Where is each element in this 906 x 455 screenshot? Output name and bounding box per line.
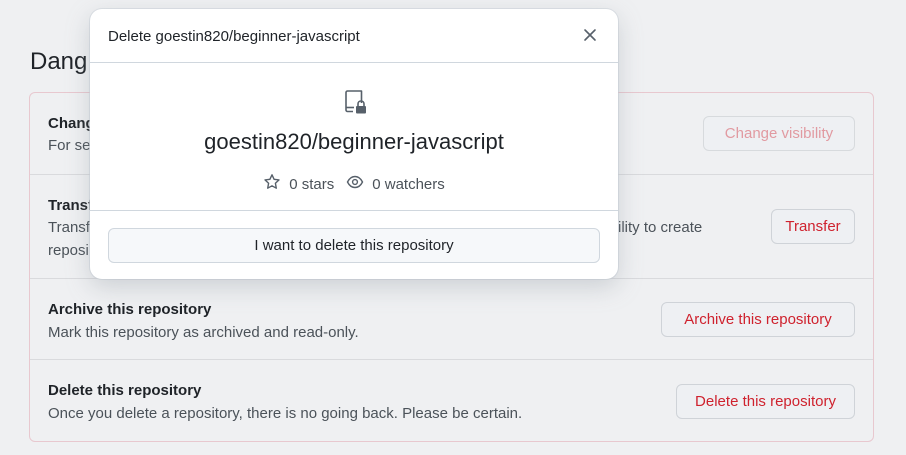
row-description: For se [48, 137, 91, 154]
row-description: Mark this repository as archived and rea… [48, 324, 359, 341]
row-title: Chang [48, 115, 95, 132]
row-title: Delete this repository [48, 382, 202, 399]
row-title: Archive this repository [48, 301, 212, 318]
dialog-body: goestin820/beginner-javascript 0 stars 0… [90, 63, 618, 211]
row-description-tail: ility to create [618, 219, 703, 236]
row-description: Transf [48, 219, 90, 236]
transfer-button[interactable]: Transfer [771, 209, 855, 244]
dialog-title: Delete goestin820/beginner-javascript [108, 28, 360, 45]
watchers-stat: 0 watchers [346, 173, 445, 195]
archive-repository-button[interactable]: Archive this repository [661, 302, 855, 337]
row-description-line2: reposi [48, 242, 89, 259]
eye-icon [346, 173, 364, 195]
page-heading: Dang [30, 48, 88, 75]
repository-name: goestin820/beginner-javascript [204, 129, 504, 154]
stars-count: 0 stars [289, 175, 335, 193]
delete-repository-dialog: Delete goestin820/beginner-javascript go… [90, 9, 618, 279]
row-title: Transf [48, 197, 94, 214]
row-description: Once you delete a repository, there is n… [48, 405, 523, 422]
stars-stat: 0 stars [263, 173, 334, 195]
watchers-count: 0 watchers [372, 175, 445, 193]
repository-stats: 0 stars 0 watchers [90, 173, 618, 195]
repo-locked-icon [342, 89, 368, 115]
confirm-delete-button[interactable]: I want to delete this repository [108, 228, 600, 263]
row-archive: Archive this repository Mark this reposi… [30, 278, 873, 359]
close-icon[interactable] [580, 25, 600, 45]
row-delete: Delete this repository Once you delete a… [30, 359, 873, 441]
star-icon [263, 173, 281, 195]
delete-repository-button[interactable]: Delete this repository [676, 384, 855, 419]
change-visibility-button[interactable]: Change visibility [703, 116, 855, 151]
dialog-header: Delete goestin820/beginner-javascript [90, 9, 618, 63]
